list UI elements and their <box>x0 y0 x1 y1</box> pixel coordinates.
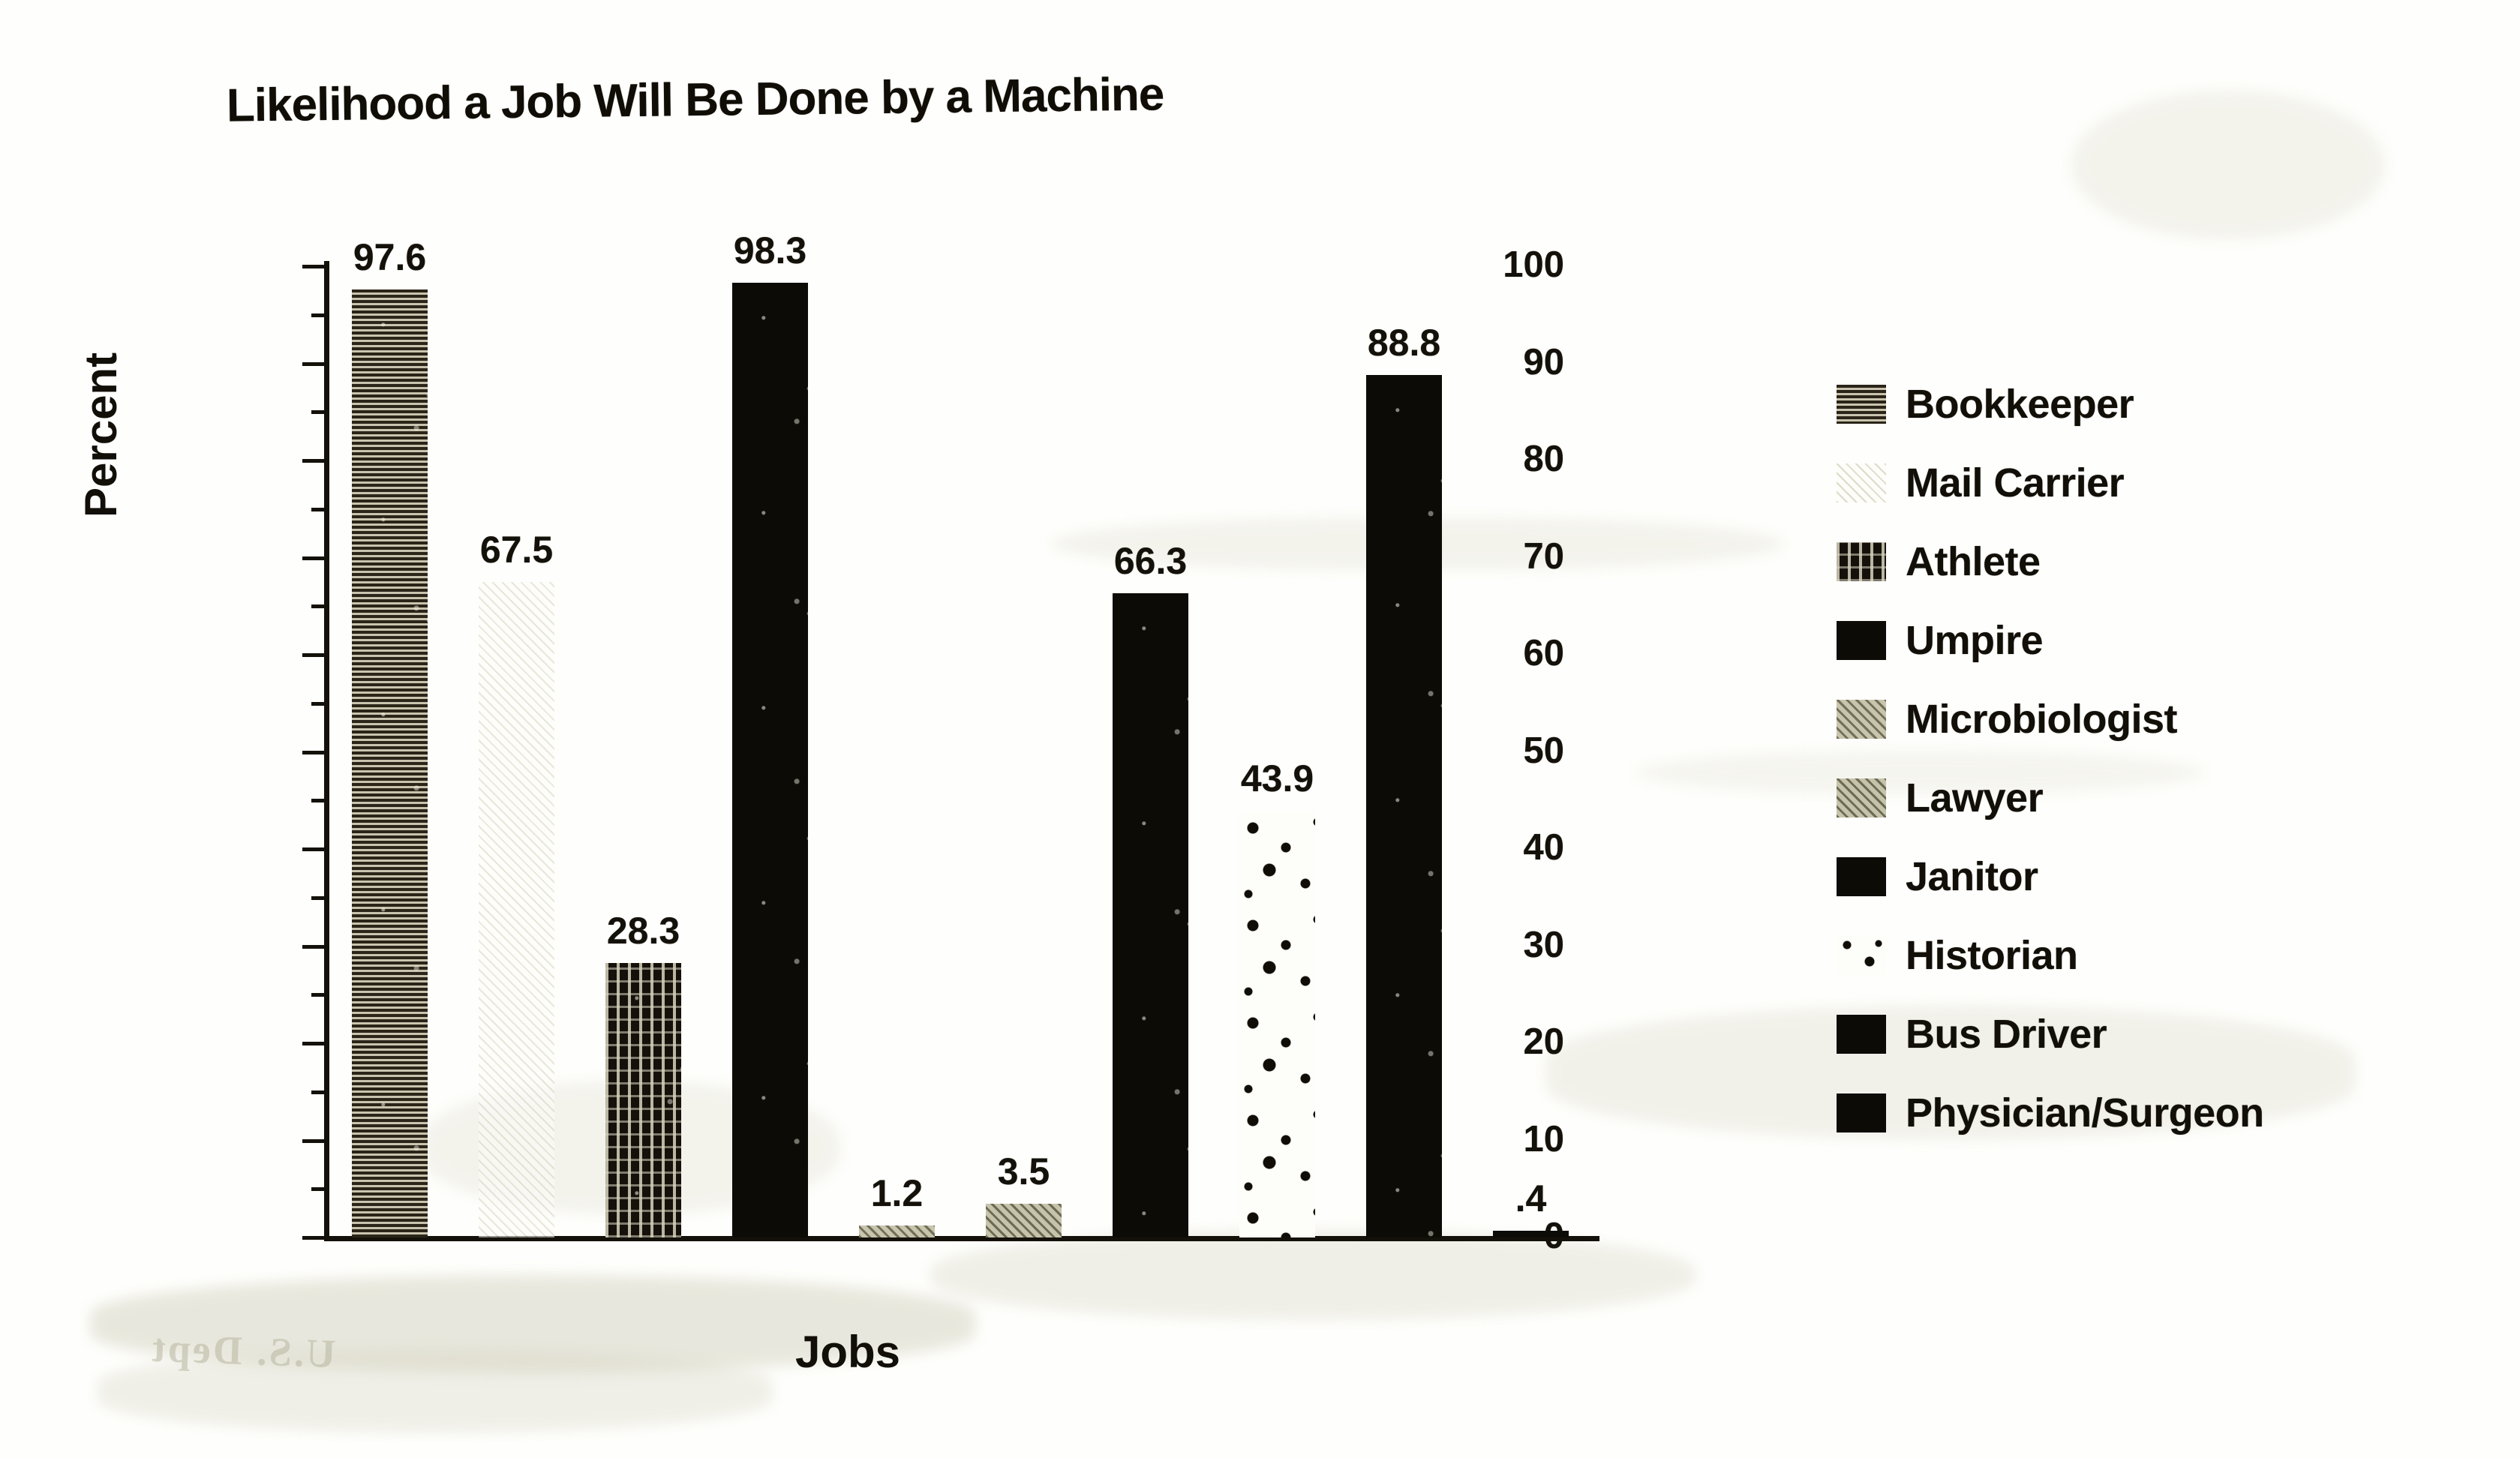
legend-item-janitor[interactable]: Janitor <box>1837 837 2437 916</box>
y-axis-minor-tick <box>311 1090 325 1094</box>
scan-smudge <box>930 1230 1696 1320</box>
y-axis-minor-tick <box>311 896 325 900</box>
y-axis-major-tick <box>302 750 325 754</box>
bar-lawyer[interactable] <box>985 1203 1062 1238</box>
legend-item-umpire[interactable]: Umpire <box>1837 601 2437 680</box>
bar-athlete[interactable] <box>605 962 682 1238</box>
legend-item-label: Bookkeeper <box>1906 381 2134 427</box>
y-axis-minor-tick <box>311 410 325 415</box>
bar-value-label: 88.8 <box>1367 322 1441 364</box>
legend-item-bus-driver[interactable]: Bus Driver <box>1837 994 2437 1073</box>
bar-value-label: 97.6 <box>353 236 427 279</box>
legend: Bookkeeper Mail Carrier Athlete Umpire Micro… <box>1837 364 2437 1152</box>
y-axis-major-tick <box>302 362 325 366</box>
legend-item-lawyer[interactable]: Lawyer <box>1837 758 2437 837</box>
y-axis-tick-label: 60 <box>1523 633 1564 674</box>
y-axis-minor-tick <box>311 507 325 512</box>
scan-smudge <box>2071 90 2386 240</box>
bar-bus-driver[interactable] <box>1365 375 1443 1238</box>
legend-item-athlete[interactable]: Athlete <box>1837 522 2437 601</box>
y-axis-tick-label: 30 <box>1523 924 1564 965</box>
y-axis-tick-label: 90 <box>1523 341 1564 382</box>
legend-swatch-icon <box>1837 778 1886 818</box>
legend-swatch-icon <box>1837 1014 1886 1054</box>
y-axis-minor-tick <box>311 993 325 998</box>
legend-swatch-icon <box>1837 620 1886 660</box>
bar-value-label: 43.9 <box>1240 758 1314 800</box>
legend-swatch-icon <box>1837 384 1886 424</box>
y-axis-tick-label: 50 <box>1523 730 1564 771</box>
bar-historian[interactable] <box>1239 811 1316 1238</box>
legend-item-historian[interactable]: Historian <box>1837 916 2437 994</box>
y-axis-major-tick <box>302 265 325 268</box>
legend-item-bookkeeper[interactable]: Bookkeeper <box>1837 364 2437 443</box>
bar-bookkeeper[interactable] <box>351 290 428 1238</box>
bar-value-label: 1.2 <box>870 1172 924 1215</box>
legend-item-label: Athlete <box>1906 538 2041 584</box>
y-axis-tick-label: 20 <box>1523 1022 1564 1062</box>
y-axis-tick-label: 100 <box>1503 244 1564 285</box>
y-axis-major-tick <box>302 1138 325 1143</box>
legend-swatch-icon <box>1837 463 1886 502</box>
y-axis-minor-tick <box>311 313 325 317</box>
bar-umpire[interactable] <box>731 283 809 1238</box>
chart-title: Likelihood a Job Will Be Done by a Machi… <box>226 68 1164 132</box>
bar-chart-figure: U.S. Dept Likelihood a Job Will Be Done … <box>0 0 2520 1458</box>
legend-swatch-icon <box>1837 699 1886 739</box>
scan-smudge <box>98 1350 773 1432</box>
y-axis-title: Percent <box>76 352 126 518</box>
bar-value-label: 28.3 <box>606 909 680 952</box>
bar-value-label: 67.5 <box>479 528 554 571</box>
y-axis-tick-label: 40 <box>1523 827 1564 868</box>
bar-janitor[interactable] <box>1112 593 1189 1238</box>
bar-value-label: 98.3 <box>733 230 807 272</box>
bar-mail-carrier[interactable] <box>478 581 555 1238</box>
legend-item-label: Microbiologist <box>1906 696 2177 742</box>
y-axis-major-tick <box>302 1236 325 1240</box>
legend-item-label: Umpire <box>1906 617 2044 663</box>
plot-area: 100908070605040302010097.667.528.398.31.… <box>302 230 1594 1255</box>
legend-item-label: Physician/Surgeon <box>1906 1090 2264 1136</box>
legend-item-label: Janitor <box>1906 854 2038 899</box>
y-axis-major-tick <box>302 556 325 560</box>
legend-swatch-icon <box>1837 1093 1886 1132</box>
legend-item-label: Historian <box>1906 932 2078 978</box>
y-axis-major-tick <box>302 1042 325 1046</box>
y-axis-minor-tick <box>311 799 325 803</box>
legend-swatch-icon <box>1837 542 1886 581</box>
y-axis-major-tick <box>302 459 325 463</box>
bar-value-label: .4 <box>1515 1178 1547 1220</box>
y-axis-major-tick <box>302 653 325 657</box>
y-axis-tick-label: 80 <box>1523 439 1564 479</box>
legend-item-label: Lawyer <box>1906 775 2044 820</box>
ghost-watermark-text: U.S. Dept <box>149 1324 337 1377</box>
legend-item-physician-surgeon[interactable]: Physician/Surgeon <box>1837 1073 2437 1152</box>
y-axis-major-tick <box>302 944 325 949</box>
bar-microbiologist[interactable] <box>858 1226 936 1238</box>
bar-physician-surgeon[interactable] <box>1492 1231 1569 1238</box>
bar-value-label: 66.3 <box>1113 540 1188 583</box>
y-axis-minor-tick <box>311 701 325 706</box>
y-axis-minor-tick <box>311 1187 325 1192</box>
y-axis-major-tick <box>302 848 325 851</box>
x-axis-title: Jobs <box>795 1327 901 1377</box>
bar-value-label: 3.5 <box>997 1150 1050 1192</box>
legend-swatch-icon <box>1837 856 1886 896</box>
y-axis-tick-label: 70 <box>1523 536 1564 577</box>
legend-item-mail-carrier[interactable]: Mail Carrier <box>1837 443 2437 522</box>
y-axis-minor-tick <box>311 604 325 609</box>
y-axis-tick-label: 10 <box>1523 1118 1564 1160</box>
legend-swatch-icon <box>1837 935 1886 975</box>
legend-item-label: Mail Carrier <box>1906 460 2125 506</box>
legend-item-label: Bus Driver <box>1906 1011 2107 1057</box>
legend-item-microbiologist[interactable]: Microbiologist <box>1837 680 2437 758</box>
